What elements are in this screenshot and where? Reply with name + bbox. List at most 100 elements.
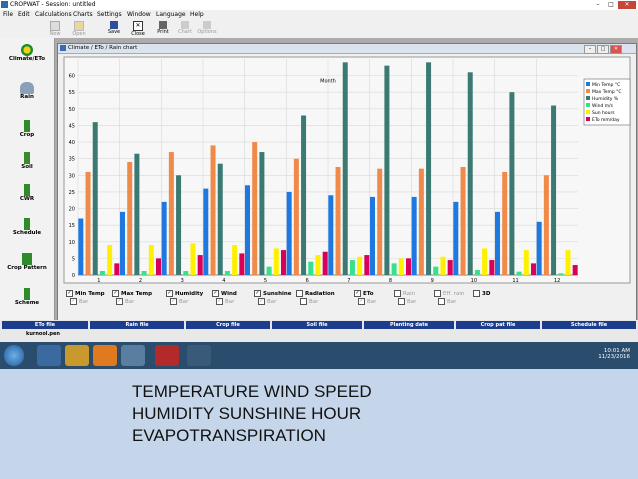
ie-taskbar-icon[interactable] [37, 345, 61, 366]
sidebar-item-crop-pattern[interactable]: Crop Pattern [0, 253, 54, 271]
menu-file[interactable]: File [3, 11, 13, 18]
series-style-option[interactable]: ✓ Bar [170, 298, 188, 305]
checkbox-eff-rain[interactable]: Eff. rain [434, 290, 464, 297]
y-tick-label: 0 [72, 273, 75, 279]
window-minimize-icon[interactable]: – [592, 1, 604, 9]
checkbox-rain[interactable]: Rain [394, 290, 415, 297]
checkbox-box[interactable]: ✓ [66, 290, 73, 297]
y-tick-label: 10 [69, 240, 75, 246]
save-button[interactable]: Save [103, 21, 125, 37]
bar-humidity-month-2 [134, 153, 140, 275]
bar-eto-month-6 [322, 251, 328, 275]
sidebar-item-rain[interactable]: Rain [0, 82, 54, 100]
y-tick-label: 45 [69, 123, 75, 129]
checkbox-wind[interactable]: ✓ Wind [212, 290, 237, 297]
new-button[interactable]: New [44, 21, 66, 37]
chart-window-icon [60, 45, 66, 51]
menu-edit[interactable]: Edit [18, 11, 30, 18]
series-style-option[interactable]: Bar [398, 298, 416, 305]
bar-wind-month-4 [224, 271, 230, 275]
series-style-option[interactable]: Bar [300, 298, 318, 305]
bar-eto-month-2 [156, 258, 161, 275]
app-title: CROPWAT - Session: untitled [10, 1, 96, 8]
menu-charts[interactable]: Charts [73, 11, 93, 18]
bar-max-month-6 [293, 158, 299, 275]
schedule-icon [24, 218, 30, 230]
bar-eto-month-7 [364, 255, 370, 275]
menu-language[interactable]: Language [156, 11, 186, 18]
menu-help[interactable]: Help [190, 11, 204, 18]
checkbox-eto[interactable]: ✓ ETo [354, 290, 374, 297]
file-status-bar: ETo file Rain file Crop file Soil file P… [0, 320, 638, 342]
series-style-option[interactable]: ✓ Bar [116, 298, 134, 305]
bar-max-month-7 [335, 167, 341, 275]
pdf-reader-taskbar-icon[interactable] [155, 345, 179, 366]
close-button[interactable]: ✕ Close [127, 21, 149, 37]
checkbox-box[interactable]: ✓ [254, 290, 261, 297]
sidebar-item-climate[interactable]: Climate/ETo [0, 44, 54, 62]
sidebar-item-schedule[interactable]: Schedule [0, 218, 54, 236]
start-button-icon[interactable] [4, 345, 24, 366]
sidebar-item-crop[interactable]: Crop [0, 120, 54, 138]
legend-label: Sun hours [592, 110, 615, 116]
checkbox-min-temp[interactable]: ✓ Min Temp [66, 290, 105, 297]
explorer-taskbar-icon[interactable] [65, 345, 89, 366]
bar-wind-month-1 [99, 271, 105, 275]
series-style-option[interactable]: ✓ Bar [258, 298, 276, 305]
checkbox-box[interactable] [296, 290, 303, 297]
bar-eto-month-1 [114, 263, 120, 275]
firefox-taskbar-icon[interactable] [93, 345, 117, 366]
open-button[interactable]: Open [68, 21, 90, 37]
cropwat-taskbar-icon[interactable] [187, 345, 211, 366]
series-style-option[interactable]: ✓ Bar [358, 298, 376, 305]
y-tick-label: 55 [69, 90, 75, 96]
sidebar-item-soil[interactable]: Soil [0, 152, 54, 170]
window-maximize-icon[interactable]: □ [605, 1, 617, 9]
checkbox-radiation[interactable]: Radiation [296, 290, 335, 297]
y-tick-label: 50 [69, 107, 75, 113]
checkbox-box[interactable]: ✓ [166, 290, 173, 297]
sidebar-item-scheme[interactable]: Scheme [0, 288, 54, 306]
chart-button[interactable]: Chart [174, 21, 196, 37]
checkbox-box[interactable]: ✓ [112, 290, 119, 297]
sidebar-item-cwr[interactable]: CWR [0, 184, 54, 202]
x-tick-label: 7 [347, 278, 350, 284]
series-style-option[interactable]: ✓ Bar [216, 298, 234, 305]
bar-max-month-3 [168, 152, 174, 275]
cwr-icon [24, 184, 30, 196]
bar-min-month-5 [245, 185, 250, 275]
menu-window[interactable]: Window [127, 11, 151, 18]
caption-line-1: TEMPERATURE WIND SPEED [132, 382, 372, 401]
x-tick-label: 2 [139, 278, 142, 284]
checkbox-sunshine[interactable]: ✓ Sunshine [254, 290, 292, 297]
open-folder-icon [74, 21, 84, 31]
series-style-option[interactable]: ✓ Bar [70, 298, 88, 305]
climate-bar-chart: 051015202530354045505560 1 2 3 4 5 6 7 8 9 10 11 12… [63, 56, 631, 284]
bar-sun-month-9 [440, 256, 446, 275]
eto-file-header: ETo file [2, 321, 88, 329]
checkbox-humidity[interactable]: ✓ Humidity [166, 290, 203, 297]
window-close-icon[interactable]: ✕ [618, 1, 636, 9]
checkbox-box[interactable]: ✓ [354, 290, 361, 297]
chrome-taskbar-icon[interactable] [121, 345, 145, 366]
x-tick-label: 4 [222, 278, 225, 284]
checkbox-box[interactable] [434, 290, 441, 297]
bar-max-month-11 [502, 171, 508, 275]
bar-min-month-3 [161, 201, 167, 275]
legend-swatch [586, 82, 590, 86]
bar-sun-month-11 [523, 250, 529, 275]
bar-min-month-12 [536, 221, 542, 275]
checkbox-box[interactable]: ✓ [212, 290, 219, 297]
bar-min-month-9 [411, 196, 417, 275]
menu-calculations[interactable]: Calculations [35, 11, 72, 18]
y-tick-label: 40 [69, 140, 75, 146]
menu-settings[interactable]: Settings [97, 11, 122, 18]
options-button[interactable]: Options [196, 21, 218, 37]
checkbox-box[interactable] [394, 290, 401, 297]
series-style-option[interactable]: Bar [438, 298, 456, 305]
bar-sun-month-6 [315, 255, 321, 275]
checkbox-3d[interactable]: 3D [473, 290, 490, 297]
bar-humidity-month-4 [217, 163, 223, 275]
checkbox-max-temp[interactable]: ✓ Max Temp [112, 290, 152, 297]
print-button[interactable]: Print [152, 21, 174, 37]
